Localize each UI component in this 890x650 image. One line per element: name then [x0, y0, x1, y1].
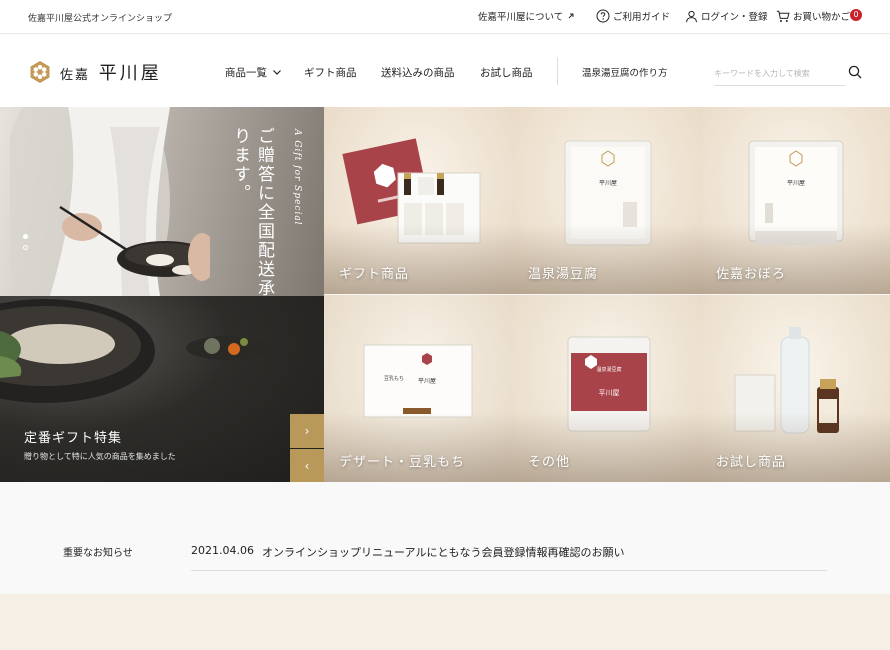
- user-icon: [686, 10, 697, 22]
- carousel-dot[interactable]: [23, 245, 28, 250]
- category-tile-other[interactable]: 温泉湯豆腐 平川屋 その他: [513, 295, 702, 482]
- carousel-next-button[interactable]: ›: [290, 414, 324, 448]
- category-label: その他: [528, 455, 571, 470]
- site-logo[interactable]: 佐嘉 平川屋: [28, 59, 162, 85]
- hero-subcopy: A Gift for Special: [292, 129, 302, 226]
- hero-banner[interactable]: ご贈答に全国配送承ります。 A Gift for Special: [0, 107, 324, 296]
- category-label: デザート・豆乳もち: [339, 455, 466, 470]
- tile-gradient: [513, 224, 702, 294]
- cart-label: お買い物かご: [793, 12, 851, 23]
- notice-link[interactable]: オンラインショップリニューアルにともなう会員登録情報再確認のお願い: [262, 544, 624, 560]
- tile-gradient: [324, 224, 513, 294]
- external-arrow-icon: [568, 13, 574, 19]
- svg-text:温泉湯豆腐: 温泉湯豆腐: [596, 366, 621, 373]
- guide-label: ご利用ガイド: [613, 12, 671, 23]
- nav-products-label: 商品一覧: [225, 67, 267, 79]
- category-label: 温泉湯豆腐: [528, 267, 599, 282]
- shop-name: 佐嘉平川屋公式オンラインショップ: [28, 14, 173, 24]
- cart-icon: [776, 10, 790, 22]
- category-tile-dessert[interactable]: 平川屋 豆乳もち デザート・豆乳もち: [324, 295, 513, 482]
- svg-text:平川屋: 平川屋: [418, 378, 436, 385]
- category-label: ギフト商品: [339, 267, 410, 282]
- utility-bar: 佐嘉平川屋公式オンラインショップ 佐嘉平川屋について ご利用ガイド ログイン・登…: [0, 0, 890, 34]
- feature-gift-banner[interactable]: 定番ギフト特集 贈り物として特に人気の商品を集めました › ‹: [0, 296, 324, 482]
- chevron-down-icon: [273, 70, 281, 75]
- logo-small-text: 佐嘉: [60, 68, 91, 83]
- hero-copy: ご贈答に全国配送承ります。: [230, 127, 274, 296]
- feature-description: 贈り物として特に人気の商品を集めました: [24, 452, 176, 461]
- svg-text:平川屋: 平川屋: [599, 389, 620, 397]
- tile-gradient: [701, 224, 890, 294]
- nav-products[interactable]: 商品一覧: [225, 65, 282, 80]
- cart-link[interactable]: お買い物かご: [776, 9, 850, 23]
- category-label: お試し商品: [716, 455, 787, 470]
- logo-wordmark: 佐嘉 平川屋: [60, 59, 162, 85]
- feature-title: 定番ギフト特集: [24, 431, 123, 446]
- hero-illustration: [10, 107, 210, 296]
- category-label: 佐嘉おぼろ: [716, 267, 787, 282]
- nav-divider: [557, 57, 558, 85]
- nav-free-shipping[interactable]: 送料込みの商品: [381, 65, 455, 80]
- search-input[interactable]: [714, 61, 845, 86]
- category-tile-onsen-tofu[interactable]: 平川屋 温泉湯豆腐: [513, 107, 702, 294]
- category-tile-gift[interactable]: ギフト商品: [324, 107, 513, 294]
- flower-crest-icon: [30, 61, 50, 83]
- svg-text:平川屋: 平川屋: [599, 180, 617, 187]
- svg-text:豆乳もち: 豆乳もち: [384, 375, 404, 382]
- logo-main-text: 平川屋: [98, 63, 162, 84]
- tile-gradient: [701, 412, 890, 482]
- login-label: ログイン・登録: [701, 12, 768, 23]
- login-link[interactable]: ログイン・登録: [685, 9, 768, 23]
- notice-heading: 重要なお知らせ: [63, 548, 133, 559]
- chevron-left-icon: ‹: [304, 459, 310, 473]
- carousel-dot-active[interactable]: [23, 234, 28, 239]
- nav-how-made[interactable]: 温泉湯豆腐の作り方: [582, 65, 668, 79]
- category-tile-trial[interactable]: お試し商品: [701, 295, 890, 482]
- about-link[interactable]: 佐嘉平川屋について: [478, 9, 575, 23]
- category-tile-oboro[interactable]: 平川屋 佐嘉おぼろ: [701, 107, 890, 294]
- footer-band: [0, 594, 890, 650]
- guide-link[interactable]: ご利用ガイド: [596, 9, 670, 23]
- tile-gradient: [513, 412, 702, 482]
- chevron-right-icon: ›: [304, 424, 310, 438]
- main-header: 佐嘉 平川屋 商品一覧 ギフト商品 送料込みの商品 お試し商品 温泉湯豆腐の作り…: [0, 35, 890, 107]
- notice-divider: [191, 570, 827, 571]
- search-icon[interactable]: [848, 65, 862, 79]
- notice-date: 2021.04.06: [191, 544, 254, 557]
- nav-trial[interactable]: お試し商品: [480, 65, 533, 80]
- about-label: 佐嘉平川屋について: [478, 12, 564, 23]
- nav-gifts[interactable]: ギフト商品: [304, 65, 357, 80]
- tile-gradient: [324, 412, 513, 482]
- svg-text:平川屋: 平川屋: [787, 180, 805, 187]
- notice-section: 重要なお知らせ 2021.04.06 オンラインショップリニューアルにともなう会…: [0, 482, 890, 594]
- question-icon: [596, 9, 610, 23]
- carousel-prev-button[interactable]: ‹: [290, 449, 324, 482]
- cart-count-badge: 0: [850, 9, 862, 21]
